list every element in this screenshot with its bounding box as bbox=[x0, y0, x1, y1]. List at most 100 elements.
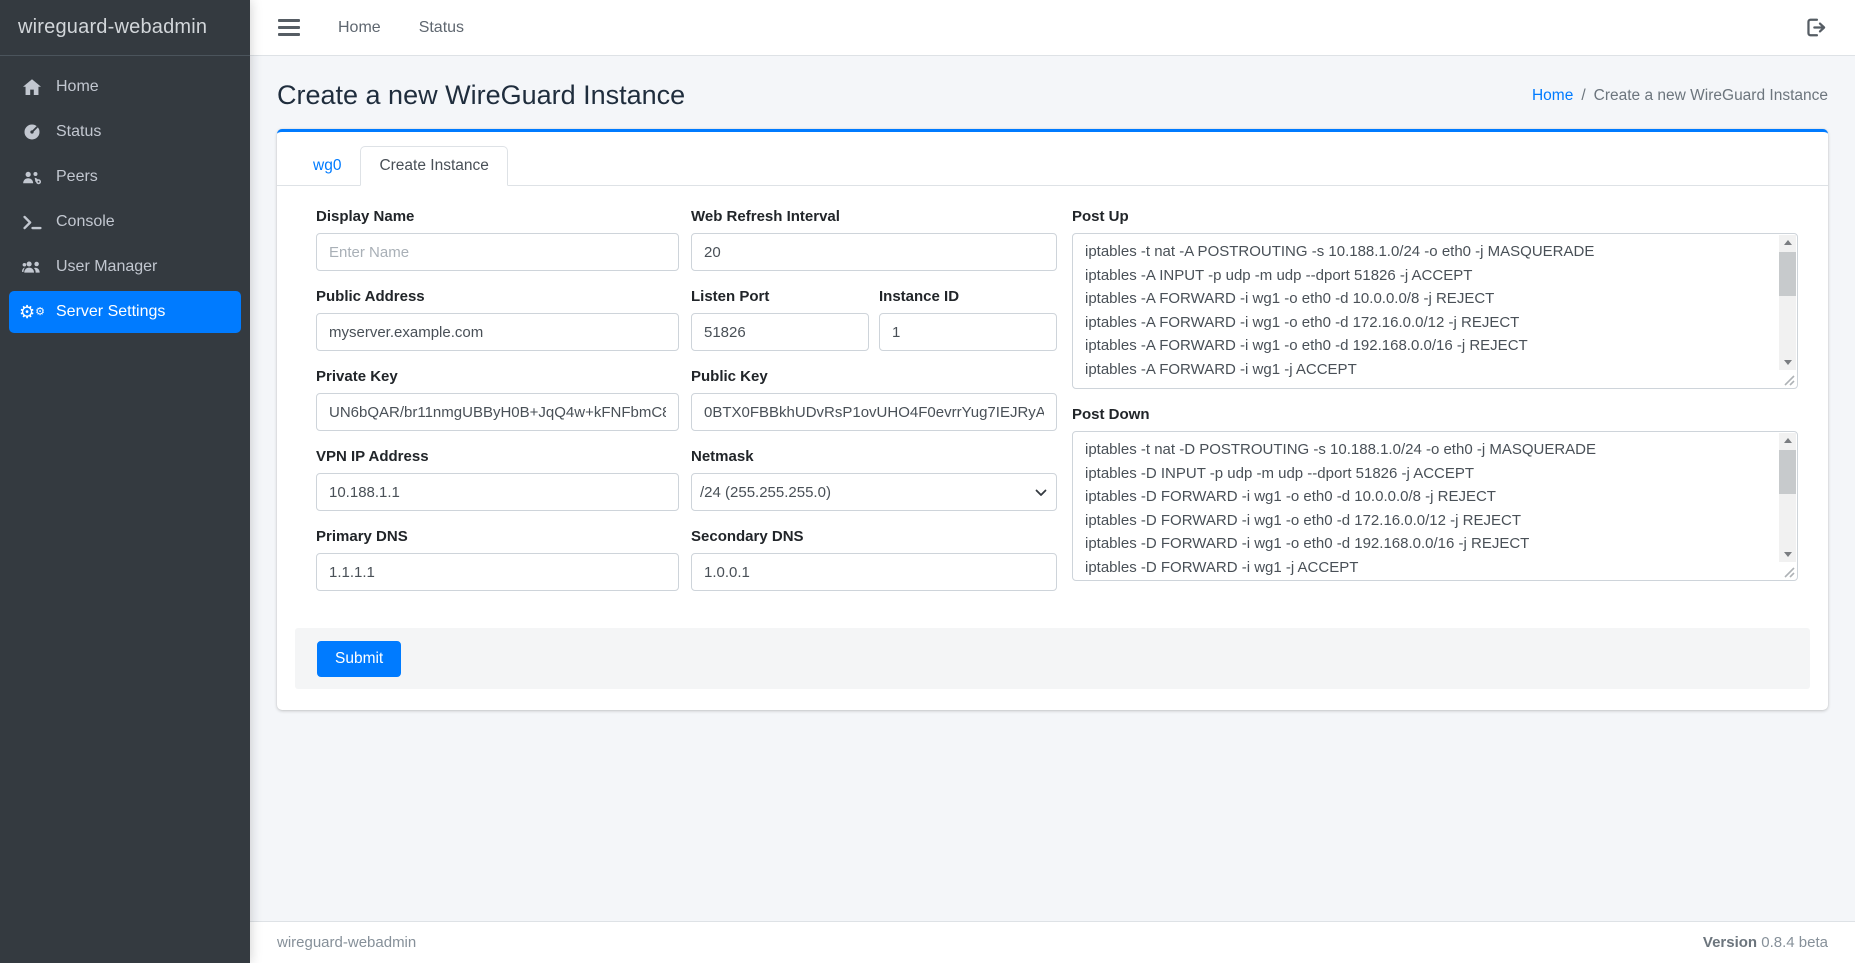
public-key-group: Public Key bbox=[691, 368, 1057, 431]
terminal-icon bbox=[19, 215, 45, 230]
web-refresh-input[interactable] bbox=[691, 233, 1057, 271]
submit-button[interactable]: Submit bbox=[317, 641, 401, 677]
scrollbar-thumb[interactable] bbox=[1779, 450, 1796, 494]
page-title: Create a new WireGuard Instance bbox=[277, 80, 685, 111]
sidebar: wireguard-webadmin Home Status Peers Co bbox=[0, 0, 250, 963]
public-address-label: Public Address bbox=[316, 288, 679, 305]
sidebar-item-label: Peers bbox=[56, 168, 98, 186]
primary-dns-input[interactable] bbox=[316, 553, 679, 591]
breadcrumb-home-link[interactable]: Home bbox=[1532, 87, 1573, 105]
public-address-group: Public Address bbox=[316, 288, 679, 351]
sidebar-item-home[interactable]: Home bbox=[9, 66, 241, 108]
private-key-input[interactable] bbox=[316, 393, 679, 431]
instance-id-input[interactable] bbox=[879, 313, 1057, 351]
home-icon bbox=[19, 79, 45, 96]
breadcrumb: Home / Create a new WireGuard Instance bbox=[1532, 87, 1828, 105]
brand-text: wireguard-webadmin bbox=[18, 16, 207, 39]
scrollbar-thumb[interactable] bbox=[1779, 252, 1796, 296]
form-right-column: Post Up iptables -t nat -A POSTROUTING -… bbox=[1072, 208, 1798, 608]
post-up-group: Post Up iptables -t nat -A POSTROUTING -… bbox=[1072, 208, 1798, 389]
scroll-down-icon[interactable] bbox=[1779, 546, 1796, 562]
netmask-group: Netmask /24 (255.255.255.0) bbox=[691, 448, 1057, 511]
netmask-label: Netmask bbox=[691, 448, 1057, 465]
vpn-ip-label: VPN IP Address bbox=[316, 448, 679, 465]
sidebar-nav: Home Status Peers Console User Manager bbox=[0, 56, 250, 346]
post-down-textarea[interactable]: iptables -t nat -D POSTROUTING -s 10.188… bbox=[1072, 431, 1798, 581]
post-down-scrollbar[interactable] bbox=[1779, 433, 1796, 562]
post-up-textarea[interactable]: iptables -t nat -A POSTROUTING -s 10.188… bbox=[1072, 233, 1798, 389]
sign-out-icon[interactable] bbox=[1802, 14, 1831, 41]
primary-dns-label: Primary DNS bbox=[316, 528, 679, 545]
instance-id-label: Instance ID bbox=[879, 288, 1057, 305]
post-up-scrollbar[interactable] bbox=[1779, 235, 1796, 370]
web-refresh-group: Web Refresh Interval bbox=[691, 208, 1057, 271]
gauge-icon bbox=[19, 123, 45, 141]
private-key-label: Private Key bbox=[316, 368, 679, 385]
sidebar-item-label: Home bbox=[56, 78, 99, 96]
instance-card: wg0 Create Instance Display Name Web Ref… bbox=[277, 129, 1828, 710]
public-key-input[interactable] bbox=[691, 393, 1057, 431]
primary-dns-group: Primary DNS bbox=[316, 528, 679, 591]
listen-port-input[interactable] bbox=[691, 313, 869, 351]
public-address-input[interactable] bbox=[316, 313, 679, 351]
topnav-link-home[interactable]: Home bbox=[338, 19, 381, 37]
users-gear-icon bbox=[19, 169, 45, 186]
sidebar-item-console[interactable]: Console bbox=[9, 201, 241, 243]
resize-grip-icon[interactable] bbox=[1782, 373, 1795, 386]
resize-grip-icon[interactable] bbox=[1782, 565, 1795, 578]
card-footer: Submit bbox=[295, 628, 1810, 689]
listen-port-group: Listen Port bbox=[691, 288, 869, 351]
scroll-up-icon[interactable] bbox=[1779, 235, 1796, 251]
main-area: Home Status Create a new WireGuard Insta… bbox=[250, 0, 1855, 963]
display-name-label: Display Name bbox=[316, 208, 679, 225]
private-key-group: Private Key bbox=[316, 368, 679, 431]
top-navbar: Home Status bbox=[250, 0, 1855, 56]
netmask-select[interactable]: /24 (255.255.255.0) bbox=[691, 473, 1057, 511]
menu-icon[interactable] bbox=[278, 15, 300, 40]
card-header: wg0 Create Instance bbox=[277, 132, 1828, 186]
breadcrumb-current: Create a new WireGuard Instance bbox=[1594, 87, 1828, 105]
breadcrumb-separator: / bbox=[1581, 87, 1585, 105]
content-wrapper: Create a new WireGuard Instance Home / C… bbox=[250, 56, 1855, 921]
topnav-link-status[interactable]: Status bbox=[419, 19, 464, 37]
post-up-label: Post Up bbox=[1072, 208, 1798, 225]
footer-app-name: wireguard-webadmin bbox=[277, 934, 416, 951]
content-header: Create a new WireGuard Instance Home / C… bbox=[277, 72, 1828, 129]
web-refresh-label: Web Refresh Interval bbox=[691, 208, 1057, 225]
sidebar-item-peers[interactable]: Peers bbox=[9, 156, 241, 198]
page-footer: wireguard-webadmin Version 0.8.4 beta bbox=[250, 921, 1855, 963]
vpn-ip-input[interactable] bbox=[316, 473, 679, 511]
form-left-columns: Display Name Web Refresh Interval Public… bbox=[316, 208, 1057, 608]
scroll-down-icon[interactable] bbox=[1779, 354, 1796, 370]
footer-version: Version 0.8.4 beta bbox=[1703, 934, 1828, 951]
cogs-icon: ⚙⚙ bbox=[19, 303, 45, 321]
post-down-text: iptables -t nat -D POSTROUTING -s 10.188… bbox=[1073, 432, 1797, 580]
sidebar-item-label: Status bbox=[56, 123, 101, 141]
display-name-group: Display Name bbox=[316, 208, 679, 271]
instance-tabs: wg0 Create Instance bbox=[294, 146, 1808, 185]
sidebar-item-status[interactable]: Status bbox=[9, 111, 241, 153]
display-name-input[interactable] bbox=[316, 233, 679, 271]
version-value: 0.8.4 beta bbox=[1761, 934, 1828, 951]
public-key-label: Public Key bbox=[691, 368, 1057, 385]
sidebar-item-user-manager[interactable]: User Manager bbox=[9, 246, 241, 288]
card-body: Display Name Web Refresh Interval Public… bbox=[277, 186, 1828, 614]
users-icon bbox=[19, 259, 45, 275]
tab-wg0[interactable]: wg0 bbox=[294, 146, 360, 186]
listen-port-label: Listen Port bbox=[691, 288, 869, 305]
scroll-up-icon[interactable] bbox=[1779, 433, 1796, 449]
post-up-text: iptables -t nat -A POSTROUTING -s 10.188… bbox=[1073, 234, 1797, 388]
instance-id-group: Instance ID bbox=[879, 288, 1057, 351]
brand-link[interactable]: wireguard-webadmin bbox=[0, 0, 250, 56]
tab-create-instance[interactable]: Create Instance bbox=[360, 146, 507, 186]
post-down-label: Post Down bbox=[1072, 406, 1798, 423]
sidebar-item-label: Server Settings bbox=[56, 303, 165, 321]
sidebar-item-label: Console bbox=[56, 213, 115, 231]
vpn-ip-group: VPN IP Address bbox=[316, 448, 679, 511]
sidebar-item-label: User Manager bbox=[56, 258, 157, 276]
secondary-dns-input[interactable] bbox=[691, 553, 1057, 591]
secondary-dns-label: Secondary DNS bbox=[691, 528, 1057, 545]
version-label: Version bbox=[1703, 934, 1757, 951]
port-id-row: Listen Port Instance ID bbox=[691, 288, 1057, 368]
sidebar-item-server-settings[interactable]: ⚙⚙ Server Settings bbox=[9, 291, 241, 333]
